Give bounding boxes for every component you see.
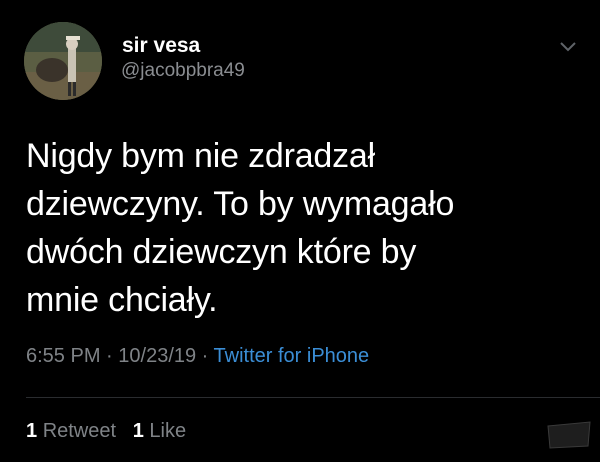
avatar[interactable] bbox=[24, 22, 102, 100]
tweet-date: 10/23/19 bbox=[118, 345, 197, 367]
tweet-source-link[interactable]: Twitter for iPhone bbox=[214, 345, 370, 367]
author-handle[interactable]: @jacobpbra49 bbox=[121, 60, 245, 82]
meta-separator: · bbox=[196, 345, 214, 367]
author-name[interactable]: sir vesa bbox=[122, 34, 200, 58]
jbzd-watermark bbox=[544, 420, 594, 450]
like-label: Like bbox=[149, 420, 187, 442]
like-count: 1 bbox=[132, 420, 144, 442]
divider bbox=[26, 397, 600, 398]
retweet-label: Retweet bbox=[42, 420, 117, 442]
tweet-stats: 1 Retweet 1 Like bbox=[26, 420, 186, 443]
tweet-meta: 6:55 PM · 10/23/19 · Twitter for iPhone bbox=[26, 345, 369, 368]
tweet-time: 6:55 PM bbox=[26, 345, 101, 367]
retweet-count: 1 bbox=[26, 420, 38, 442]
chevron-down-icon[interactable] bbox=[558, 40, 578, 54]
tweet-text: Nigdy bym nie zdradzał dziewczyny. To by… bbox=[26, 137, 455, 319]
retweets-stat[interactable]: 1 Retweet bbox=[26, 420, 116, 442]
likes-stat[interactable]: 1 Like bbox=[133, 420, 186, 442]
avatar-photo bbox=[24, 22, 102, 100]
meta-separator: · bbox=[100, 345, 119, 367]
